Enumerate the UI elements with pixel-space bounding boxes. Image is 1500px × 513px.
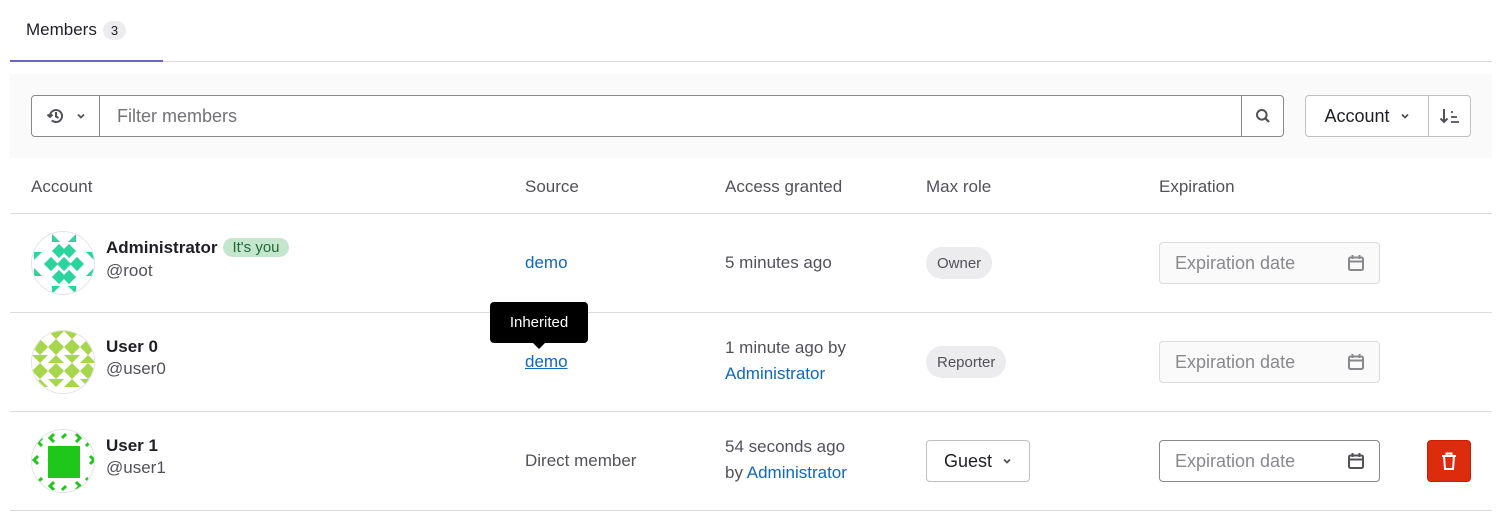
granted-by-link[interactable]: Administrator [747, 463, 847, 482]
column-header-source: Source [525, 177, 579, 196]
search-icon [1255, 109, 1270, 123]
members-table-header: Account Source Access granted Max role E… [10, 158, 1492, 214]
source-link[interactable]: demo [525, 253, 568, 273]
max-role-badge: Owner [926, 247, 993, 279]
filter-search-box [31, 95, 1284, 137]
trash-icon [1442, 452, 1456, 470]
table-row: User 1 @user1 Direct member 54 seconds a… [10, 412, 1492, 511]
sort-by-dropdown[interactable]: Account [1306, 96, 1429, 136]
column-header-account: Account [31, 177, 93, 196]
column-header-expiration: Expiration [1159, 177, 1235, 196]
filter-members-input[interactable] [100, 96, 1241, 136]
sort-direction-button[interactable] [1429, 96, 1470, 136]
inherited-tooltip: Inherited [490, 302, 588, 349]
table-row: Administrator It's you @root demo 5 minut… [10, 214, 1492, 313]
recent-searches-button[interactable] [32, 96, 100, 136]
source-direct-member: Direct member [525, 451, 637, 470]
sort-control: Account [1305, 95, 1471, 137]
expiration-placeholder: Expiration date [1175, 252, 1296, 273]
calendar-icon [1348, 453, 1364, 469]
expiration-date-input: Expiration date [1159, 341, 1380, 383]
avatar[interactable] [31, 429, 95, 493]
avatar[interactable] [31, 231, 95, 295]
source-link[interactable]: demo [525, 352, 568, 372]
table-row: User 0 @user0 demo 1 minute ago by Admin… [10, 313, 1492, 412]
column-header-access-granted: Access granted [725, 177, 843, 196]
max-role-badge: Reporter [926, 346, 1007, 378]
access-granted: 54 seconds ago by Administrator [725, 437, 847, 482]
expiration-date-input[interactable]: Expiration date [1159, 440, 1380, 482]
member-name[interactable]: Administrator It's you [106, 238, 289, 258]
chevron-down-icon [1400, 113, 1409, 119]
expiration-date-input: Expiration date [1159, 242, 1380, 284]
sort-by-label: Account [1324, 105, 1390, 126]
member-username: @root [106, 261, 153, 280]
history-icon [46, 109, 63, 123]
avatar[interactable] [31, 330, 95, 394]
remove-member-button[interactable] [1427, 440, 1471, 482]
member-name[interactable]: User 0 [106, 337, 158, 357]
expiration-placeholder: Expiration date [1175, 351, 1296, 372]
role-dropdown[interactable]: Guest [926, 440, 1030, 482]
member-username: @user0 [106, 359, 166, 378]
calendar-icon [1348, 255, 1364, 271]
member-count-badge: 3 [102, 20, 127, 40]
search-button[interactable] [1241, 96, 1283, 136]
tab-members[interactable]: Members 3 [10, 0, 163, 62]
access-granted: 5 minutes ago [725, 253, 832, 272]
member-username: @user1 [106, 458, 166, 477]
chevron-down-icon [76, 113, 85, 119]
access-granted: 1 minute ago by Administrator [725, 338, 846, 383]
tabs-bar: Members 3 [10, 0, 1492, 62]
chevron-down-icon [1003, 458, 1011, 464]
expiration-placeholder: Expiration date [1175, 450, 1296, 471]
member-name[interactable]: User 1 [106, 436, 158, 456]
granted-by-link[interactable]: Administrator [725, 364, 825, 383]
role-dropdown-label: Guest [943, 450, 993, 471]
column-header-max-role: Max role [926, 177, 992, 196]
its-you-badge: It's you [223, 238, 289, 257]
tab-label: Members [26, 20, 97, 39]
filter-bar: Account [10, 74, 1492, 158]
sort-lowest-icon [1439, 109, 1459, 124]
calendar-icon [1348, 354, 1364, 370]
